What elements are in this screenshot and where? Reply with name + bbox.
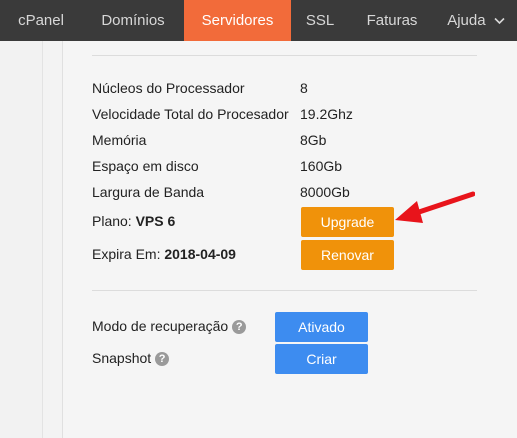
nav-item-ssl[interactable]: SSL: [291, 0, 349, 41]
nav-item-ajuda[interactable]: Ajuda: [435, 0, 517, 41]
create-snapshot-button[interactable]: Criar: [275, 344, 368, 374]
expires-row: Expira Em: 2018-04-09: [92, 246, 236, 262]
recovery-row: Modo de recuperação?: [92, 318, 247, 334]
nav-item-dominios[interactable]: Domínios: [82, 0, 184, 41]
help-icon[interactable]: ?: [232, 320, 247, 334]
nav-item-ajuda-label: Ajuda: [447, 12, 486, 29]
nav-item-servidores-label: Servidores: [201, 12, 274, 29]
row-label-disk: Espaço em disco: [92, 158, 199, 174]
row-value-speed: 19.2Ghz: [300, 106, 353, 122]
row-value-memory: 8Gb: [300, 132, 327, 148]
snapshot-label: Snapshot: [92, 350, 152, 366]
recovery-toggle-button[interactable]: Ativado: [275, 312, 368, 342]
upgrade-button[interactable]: Upgrade: [301, 207, 394, 237]
expires-label: Expira Em:: [92, 246, 161, 262]
plan-row: Plano: VPS 6: [92, 213, 175, 229]
nav-item-cpanel[interactable]: cPanel: [0, 0, 82, 41]
divider-top: [92, 55, 477, 56]
row-value-disk: 160Gb: [300, 158, 343, 174]
row-label-bandwidth: Largura de Banda: [92, 184, 205, 200]
plan-value: VPS 6: [135, 213, 176, 229]
expires-value: 2018-04-09: [164, 246, 236, 262]
row-value-cores: 8: [300, 80, 308, 96]
row-label-speed: Velocidade Total do Procesador: [92, 106, 289, 122]
row-label-memory: Memória: [92, 132, 147, 148]
plan-label: Plano:: [92, 213, 132, 229]
renew-button[interactable]: Renovar: [301, 240, 394, 270]
help-icon[interactable]: ?: [155, 352, 170, 366]
row-value-bandwidth: 8000Gb: [300, 184, 350, 200]
red-arrow-annotation: [395, 191, 475, 223]
nav-item-faturas[interactable]: Faturas: [349, 0, 435, 41]
row-label-cores: Núcleos do Processador: [92, 80, 245, 96]
top-navigation: cPanel Domínios Servidores SSL Faturas A…: [0, 0, 517, 48]
snapshot-row: Snapshot?: [92, 350, 170, 366]
nav-item-servidores[interactable]: Servidores: [184, 0, 291, 48]
divider-middle: [92, 290, 477, 291]
server-details-panel: [62, 41, 517, 438]
left-sidebar: [0, 41, 43, 438]
chevron-down-icon: [494, 17, 505, 25]
recovery-label: Modo de recuperação: [92, 318, 229, 334]
